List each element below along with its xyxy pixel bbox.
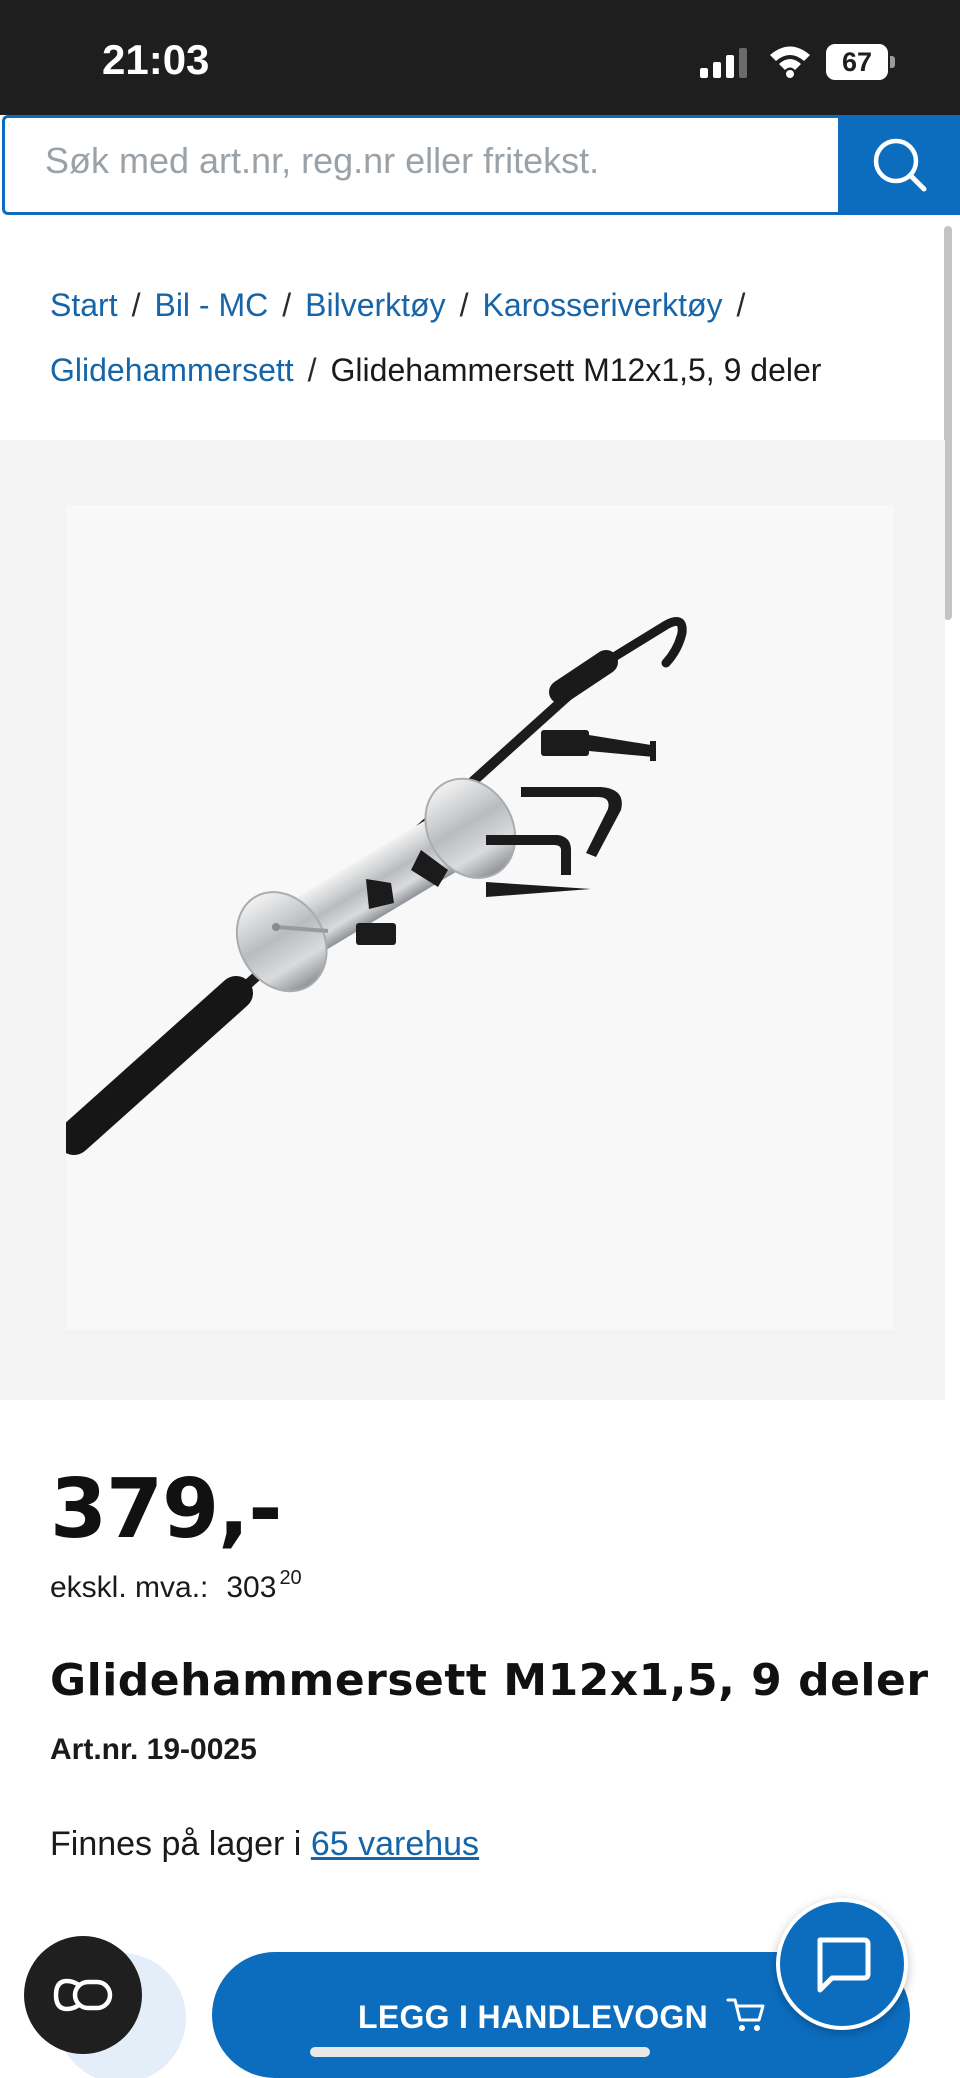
signal-icon — [700, 48, 747, 78]
ex-vat-value: 303 — [226, 1571, 277, 1604]
cart-icon — [726, 1998, 765, 2031]
breadcrumb-line: Glidehammersett / Glidehammersett M12x1,5,… — [50, 352, 821, 389]
breadcrumb-link-bilverktoy[interactable]: Bilverktøy — [305, 287, 445, 323]
stock-warehouses-link[interactable]: 65 varehus — [311, 1825, 479, 1863]
breadcrumb-separator: / — [307, 352, 317, 388]
price-ex-vat: ekskl. mva.: 303 20 — [50, 1567, 302, 1605]
stock-status: Finnes på lager i 65 varehus — [50, 1825, 479, 1864]
search-icon — [873, 138, 927, 192]
breadcrumb-link-karosseriverktoy[interactable]: Karosseriverktøy — [482, 287, 722, 323]
home-indicator — [310, 2047, 650, 2057]
search-bar: Søk med art.nr, reg.nr eller fritekst. — [0, 115, 960, 215]
co-icon — [53, 1978, 113, 2012]
battery-icon: 67 — [826, 44, 896, 80]
breadcrumb-separator: / — [131, 287, 141, 323]
search-placeholder: Søk med art.nr, reg.nr eller fritekst. — [45, 140, 600, 181]
breadcrumb-link-glidehammersett[interactable]: Glidehammersett — [50, 352, 294, 388]
search-button[interactable] — [838, 115, 960, 215]
wifi-icon — [770, 46, 810, 78]
breadcrumb-separator: / — [282, 287, 292, 323]
product-image[interactable] — [66, 505, 894, 1330]
chat-bubble-icon — [817, 1937, 871, 1993]
breadcrumb-link-bil-mc[interactable]: Bil - MC — [154, 287, 268, 323]
breadcrumb-separator: / — [736, 287, 746, 323]
product-title: Glidehammersett M12x1,5, 9 deler — [50, 1655, 929, 1706]
stock-prefix: Finnes på lager i — [50, 1825, 302, 1863]
product-price: 379,- — [50, 1462, 282, 1557]
breadcrumb-current: Glidehammersett M12x1,5, 9 deler — [330, 352, 822, 388]
page-scrollbar[interactable] — [944, 226, 952, 620]
status-time: 21:03 — [102, 36, 210, 83]
co-button[interactable] — [24, 1936, 142, 2054]
breadcrumb-link-start[interactable]: Start — [50, 287, 118, 323]
article-number: Art.nr. 19-0025 — [50, 1733, 257, 1766]
ex-vat-label: ekskl. mva.: — [50, 1571, 209, 1604]
ex-vat-cents: 20 — [279, 1567, 302, 1589]
product-image-area — [0, 440, 945, 1400]
battery-level: 67 — [841, 47, 873, 77]
chat-button[interactable] — [776, 1898, 908, 2030]
search-input[interactable]: Søk med art.nr, reg.nr eller fritekst. — [2, 115, 838, 215]
status-bar: 21:03 67 — [0, 0, 960, 115]
breadcrumb-line: Start / Bil - MC / Bilverktøy / Karosseriverkt… — [50, 287, 759, 324]
breadcrumb: Start / Bil - MC / Bilverktøy / Karosseriverkt… — [0, 215, 945, 440]
slide-hammer-illustration — [66, 616, 687, 1155]
add-to-cart-label: LEGG I HANDLEVOGN — [358, 1999, 709, 2035]
breadcrumb-separator: / — [459, 287, 469, 323]
